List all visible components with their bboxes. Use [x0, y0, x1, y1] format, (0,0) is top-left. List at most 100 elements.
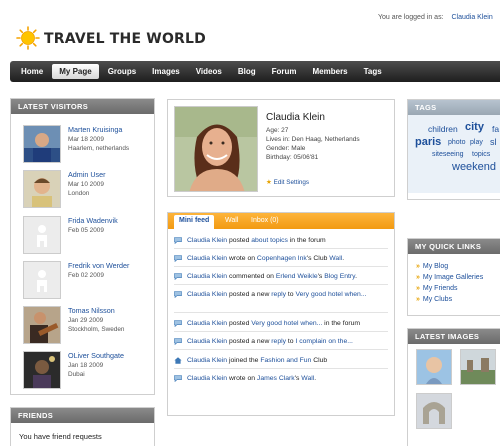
feed-actor-link[interactable]: Claudia Klein [187, 255, 227, 262]
visitor-name[interactable]: Tomas Nilsson [68, 306, 115, 315]
feed-text: 's Club [306, 255, 330, 262]
nav-videos[interactable]: Videos [189, 64, 229, 79]
logged-in-user-link[interactable]: Claudia Klein [451, 14, 492, 21]
feed-target-link[interactable]: about topics [251, 237, 288, 244]
tab-wall[interactable]: Wall [220, 215, 243, 227]
avatar[interactable] [23, 170, 61, 208]
tag-link[interactable]: siteseeing [432, 151, 464, 158]
feed-actor-link[interactable]: Claudia Klein [187, 273, 227, 280]
comment-icon [174, 255, 182, 262]
visitor-item[interactable]: Frida Wadenvik Feb 05 2009 [23, 216, 151, 256]
feed-target-link[interactable]: Very good hotel when... [251, 320, 322, 327]
avatar[interactable] [23, 261, 61, 299]
visitor-name[interactable]: Admin User [68, 170, 106, 179]
nav-members[interactable]: Members [306, 64, 355, 79]
image-thumbnail[interactable] [416, 349, 452, 385]
tag-link[interactable]: topics [472, 151, 490, 158]
feed-target-link[interactable]: Wall [301, 375, 314, 382]
nav-tags[interactable]: Tags [357, 64, 389, 79]
feed-text: posted [227, 237, 252, 244]
nav-home[interactable]: Home [14, 64, 50, 79]
quick-link-my-friends[interactable]: » My Friends [416, 285, 458, 292]
tag-link[interactable]: weekend [452, 161, 496, 173]
visitor-item[interactable]: Marten Kruisinga Mar 18 2009 Haarlem, ne… [23, 125, 151, 165]
site-title[interactable]: TRAVEL THE WORLD [44, 31, 206, 47]
feed-actor-link[interactable]: Claudia Klein [187, 291, 227, 298]
quick-link-my-blog[interactable]: » My Blog [416, 263, 448, 270]
friend-requests-message[interactable]: You have friend requests [19, 432, 102, 441]
tag-link[interactable]: play [470, 139, 483, 146]
nav-images[interactable]: Images [145, 64, 187, 79]
tag-link[interactable]: fa [492, 124, 499, 134]
avatar[interactable] [23, 125, 61, 163]
feed-target-link[interactable]: reply [271, 338, 286, 345]
feed-actor-link[interactable]: Claudia Klein [187, 338, 227, 345]
avatar[interactable] [23, 351, 61, 389]
quick-link-my-clubs[interactable]: » My Clubs [416, 296, 452, 303]
avatar[interactable] [23, 216, 61, 254]
quick-link-label: My Friends [422, 285, 458, 292]
chevron-right-icon: » [416, 296, 420, 303]
feed-actor-link[interactable]: Claudia Klein [187, 237, 227, 244]
chevron-right-icon: » [416, 274, 420, 281]
feed-target-link[interactable]: Very good hotel when... [295, 291, 366, 298]
edit-settings-link[interactable]: ★ Edit Settings [266, 179, 309, 186]
feed-target-link[interactable]: Wall [329, 255, 342, 262]
nav-blog[interactable]: Blog [231, 64, 263, 79]
feed-target-link[interactable]: Erlend Weikle [276, 273, 318, 280]
feed-target-link[interactable]: I complain on the... [295, 338, 352, 345]
visitor-name[interactable]: Marten Kruisinga [68, 125, 122, 134]
tab-inbox[interactable]: Inbox (0) [246, 215, 284, 227]
feed-actor-link[interactable]: Claudia Klein [187, 357, 227, 364]
nav-my-page[interactable]: My Page [52, 64, 99, 79]
image-thumbnail[interactable] [460, 349, 496, 385]
feed-target-link[interactable]: reply [271, 291, 286, 298]
visitor-photo-icon [24, 352, 60, 388]
feed-target-link[interactable]: Fashion and Fun [260, 357, 311, 364]
main-nav: Home My Page Groups Images Videos Blog F… [10, 61, 500, 82]
image-thumbnail[interactable] [416, 393, 452, 429]
feed-text: wrote on [227, 375, 257, 382]
tag-link[interactable]: paris [415, 136, 441, 148]
visitor-name[interactable]: Fredrik von Werder [68, 261, 129, 270]
feed-tabs: Mini feed Wall Inbox (0) [168, 213, 394, 229]
visitor-item[interactable]: Fredrik von Werder Feb 02 2009 [23, 261, 151, 301]
profile-name: Claudia Klein [266, 112, 325, 123]
visitor-item[interactable]: Tomas Nilsson Jan 29 2009 Stockholm, Swe… [23, 306, 151, 346]
feed-actor-link[interactable]: Claudia Klein [187, 375, 227, 382]
chevron-right-icon: » [416, 263, 420, 270]
feed-text: joined the [227, 357, 261, 364]
tag-link[interactable]: sl [490, 137, 497, 147]
avatar[interactable] [23, 306, 61, 344]
visitor-location: Stockholm, Sweden [68, 326, 125, 333]
feed-text: Club [311, 357, 328, 364]
tab-mini-feed[interactable]: Mini feed [174, 215, 215, 229]
profile-photo[interactable] [174, 106, 258, 192]
quick-link-my-image-galleries[interactable]: » My Image Galleries [416, 274, 483, 281]
feed-target-link[interactable]: James Clark [257, 375, 295, 382]
visitor-date: Feb 05 2009 [68, 227, 104, 234]
mini-feed-panel: Mini feed Wall Inbox (0) Claudia Klein p… [167, 212, 395, 416]
tag-link[interactable]: city [465, 121, 484, 133]
visitor-item[interactable]: Admin User Mar 10 2009 London [23, 170, 151, 210]
visitor-name[interactable]: Frida Wadenvik [68, 216, 118, 225]
visitor-name[interactable]: OLiver Southgate [68, 351, 124, 360]
nav-groups[interactable]: Groups [101, 64, 143, 79]
feed-actor-link[interactable]: Claudia Klein [187, 320, 227, 327]
silhouette-icon [24, 262, 60, 298]
divider [174, 266, 388, 267]
feed-text: in the forum [322, 320, 361, 327]
friends-title: FRIENDS [11, 408, 154, 423]
visitor-item[interactable]: OLiver Southgate Jan 18 2009 Dubai [23, 351, 151, 391]
tag-link[interactable]: children [428, 124, 458, 134]
divider [174, 312, 388, 313]
tag-link[interactable]: photo [448, 139, 466, 146]
comment-icon [174, 273, 182, 280]
nav-forum[interactable]: Forum [265, 64, 304, 79]
visitor-location: Haarlem, netherlands [68, 145, 130, 152]
house-icon [174, 357, 182, 364]
feed-target-link[interactable]: Copenhagen Ink [257, 255, 307, 262]
feed-target-link[interactable]: Blog Entry [324, 273, 355, 280]
comment-icon [174, 320, 182, 327]
divider [174, 368, 388, 369]
